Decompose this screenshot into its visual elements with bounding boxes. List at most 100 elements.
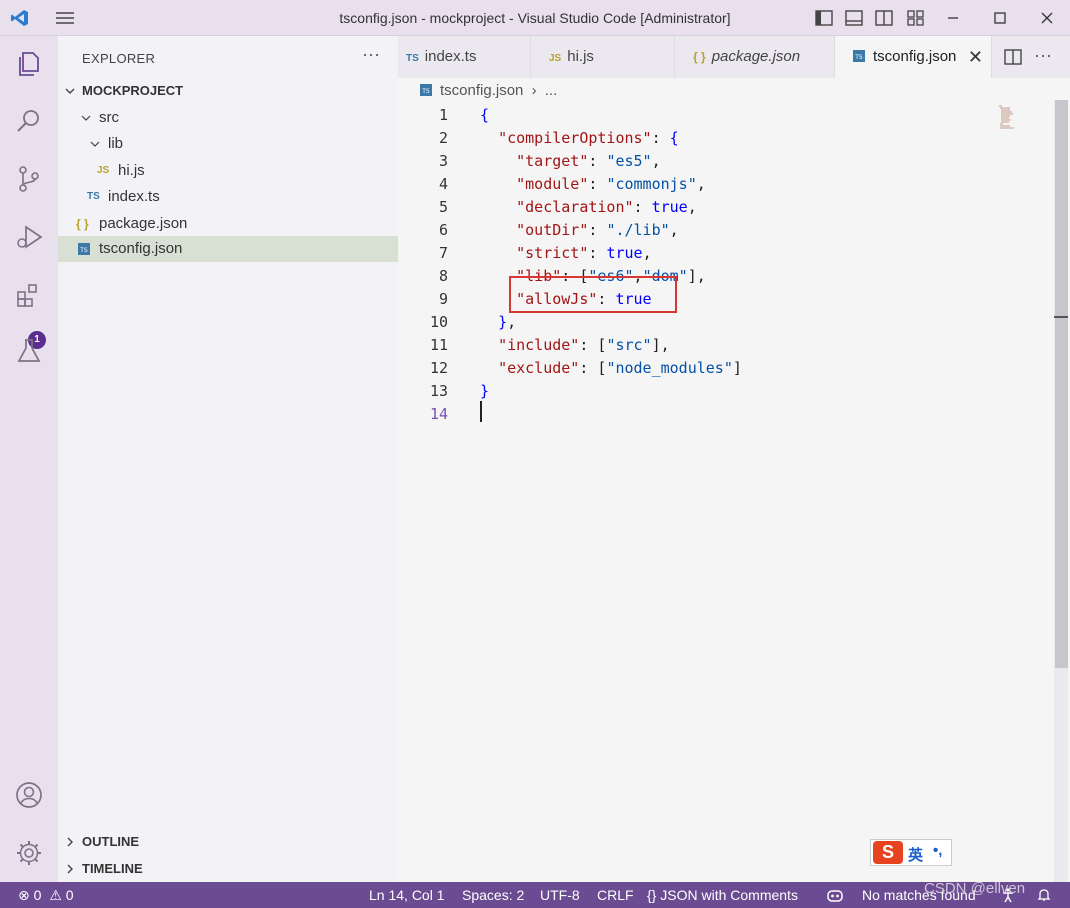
js-file-icon: JS <box>549 53 562 64</box>
tree-item-hi-js[interactable]: JS hi.js <box>58 158 398 184</box>
testing-icon[interactable] <box>14 336 44 366</box>
svg-text:TS: TS <box>79 247 88 254</box>
tree-item-label: hi.js <box>118 162 145 179</box>
line-number: 2 <box>438 129 448 147</box>
activity-bar: 1 <box>0 36 58 882</box>
line-number: 1 <box>438 106 448 124</box>
tree-item-src[interactable]: src <box>58 105 398 131</box>
tab-tsconfig-json[interactable]: TS tsconfig.json ✕ <box>835 36 992 78</box>
split-editor-icon[interactable] <box>1004 48 1022 66</box>
problems-indicator[interactable]: ⊗ 0 ⚠ 0 <box>18 882 74 908</box>
line-number: 12 <box>429 359 448 377</box>
tree-item-label: package.json <box>99 215 188 232</box>
tab-hi-js[interactable]: JS hi.js <box>531 36 675 78</box>
code-line: 12 "exclude": ["node_modules"] <box>398 357 1054 380</box>
status-bar: ⊗ 0 ⚠ 0 Ln 14, Col 1 Spaces: 2 UTF-8 CRL… <box>0 882 1070 908</box>
tab-label: package.json <box>711 48 801 65</box>
toggle-sidebar-icon[interactable] <box>814 8 834 28</box>
scrollbar-thumb[interactable] <box>1055 100 1068 668</box>
text-cursor <box>480 401 482 422</box>
tsconfig-file-icon: TS <box>853 50 865 62</box>
breadcrumb-file[interactable]: tsconfig.json <box>440 82 523 99</box>
explorer-more-button[interactable]: ··· <box>362 44 380 65</box>
tab-close-button[interactable]: ✕ <box>968 36 983 78</box>
tab-index-ts[interactable]: TS index.ts <box>398 36 531 78</box>
code-line: 7 "strict": true, <box>398 242 1054 265</box>
manage-gear-icon[interactable] <box>14 838 44 868</box>
tab-package-json[interactable]: { } package.json <box>675 36 835 78</box>
error-count: 0 <box>33 887 42 903</box>
tree-item-package-json[interactable]: { } package.json <box>58 211 398 237</box>
json-file-icon: { } <box>76 217 89 231</box>
line-number: 4 <box>438 175 448 193</box>
code-line: 13} <box>398 380 1054 403</box>
title-bar: tsconfig.json - mockproject - Visual Stu… <box>0 0 1070 36</box>
tab-label: index.ts <box>424 48 477 65</box>
toggle-secondary-sidebar-icon[interactable] <box>874 8 894 28</box>
breadcrumb-rest[interactable]: ... <box>545 82 558 99</box>
tree-item-label: lib <box>108 135 124 152</box>
accounts-icon[interactable] <box>14 780 44 810</box>
source-control-icon[interactable] <box>14 164 44 194</box>
tree-item-lib[interactable]: lib <box>58 131 398 157</box>
run-debug-icon[interactable] <box>14 222 44 252</box>
code-line: 4 "module": "commonjs", <box>398 173 1054 196</box>
chevron-right-icon <box>67 837 73 847</box>
tree-item-label: src <box>99 109 119 126</box>
code-line: 14 <box>398 403 1054 426</box>
ime-punctuation[interactable]: •, <box>933 842 942 859</box>
code-editor[interactable]: 1{ 2 "compilerOptions": { 3 "target": "e… <box>398 100 1054 882</box>
warning-icon: ⚠ <box>49 887 62 903</box>
chevron-down-icon <box>90 141 100 147</box>
ime-language[interactable]: 英 <box>908 844 923 865</box>
code-line: 3 "target": "es5", <box>398 150 1054 173</box>
line-number: 10 <box>429 313 448 331</box>
search-icon[interactable] <box>14 106 44 136</box>
language-mode[interactable]: {} JSON with Comments <box>647 882 798 908</box>
code-line: 1{ <box>398 104 1054 127</box>
code-line: 5 "declaration": true, <box>398 196 1054 219</box>
indentation[interactable]: Spaces: 2 <box>462 882 524 908</box>
outline-section[interactable]: OUTLINE <box>58 829 398 855</box>
ime-logo-icon: S <box>873 841 903 864</box>
language-label: JSON with Comments <box>660 887 798 903</box>
error-icon: ⊗ <box>18 887 30 903</box>
tree-item-tsconfig-json[interactable]: TS tsconfig.json <box>58 236 398 262</box>
code-line: 6 "outDir": "./lib", <box>398 219 1054 242</box>
timeline-section[interactable]: TIMELINE <box>58 856 398 882</box>
extensions-icon[interactable] <box>14 280 44 310</box>
close-icon[interactable] <box>1037 8 1057 28</box>
tree-item-index-ts[interactable]: TS index.ts <box>58 184 398 210</box>
watermark: CSDN @ellven <box>924 880 1026 897</box>
cursor-position[interactable]: Ln 14, Col 1 <box>369 882 445 908</box>
minimize-icon[interactable] <box>943 8 963 28</box>
line-ending[interactable]: CRLF <box>597 882 634 908</box>
line-number: 5 <box>438 198 448 216</box>
explorer-icon[interactable] <box>14 48 44 78</box>
editor-more-button[interactable]: ··· <box>1034 45 1052 66</box>
notifications-bell-icon[interactable] <box>1036 887 1052 903</box>
maximize-icon[interactable] <box>990 8 1010 28</box>
ime-toolbar[interactable]: S 英 •, <box>870 839 952 866</box>
copilot-icon[interactable] <box>826 887 844 903</box>
braces-icon: {} <box>647 887 657 903</box>
code-line: 9 "allowJs": true <box>398 288 1054 311</box>
line-number: 9 <box>438 290 448 308</box>
line-number: 3 <box>438 152 448 170</box>
project-folder[interactable]: MOCKPROJECT <box>58 78 398 104</box>
ts-file-icon: TS <box>406 53 419 64</box>
ts-file-icon: TS <box>87 191 100 202</box>
tree-item-label: tsconfig.json <box>99 240 183 257</box>
chevron-down-icon <box>65 88 75 94</box>
explorer-sidebar: EXPLORER ··· MOCKPROJECT src lib JS hi.j… <box>58 36 398 882</box>
tab-label: tsconfig.json <box>873 48 957 65</box>
tree-item-label: index.ts <box>108 188 160 205</box>
warning-count: 0 <box>65 887 74 903</box>
encoding[interactable]: UTF-8 <box>540 882 580 908</box>
customize-layout-icon[interactable] <box>906 8 926 28</box>
breadcrumb-separator: › <box>531 82 537 99</box>
tsconfig-file-icon: TS <box>420 84 432 96</box>
minimap[interactable] <box>998 104 1026 130</box>
line-number: 6 <box>438 221 448 239</box>
toggle-panel-icon[interactable] <box>844 8 864 28</box>
